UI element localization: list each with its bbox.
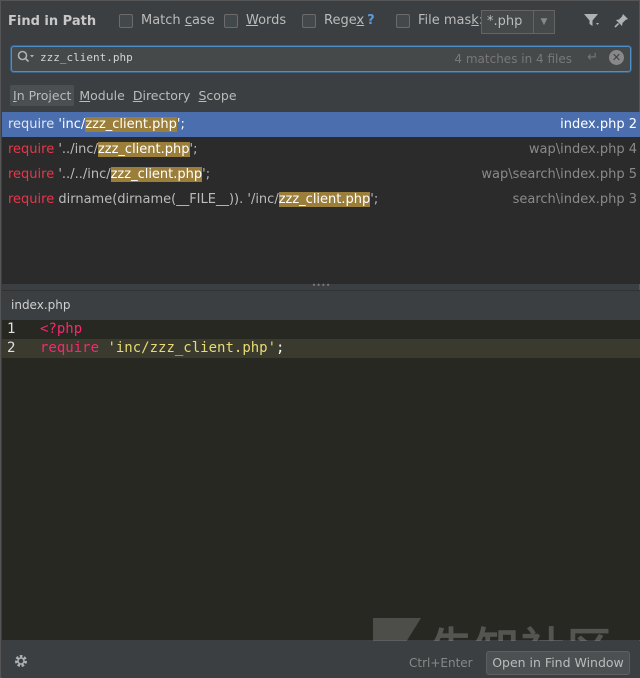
find-in-path-dialog: Find in Path Match case Words Regex ? Fi… (0, 0, 640, 678)
result-row[interactable]: require '../inc/zzz_client.php'; wap\ind… (2, 137, 640, 162)
words-option[interactable]: Words (224, 13, 286, 28)
result-code: require 'inc/zzz_client.php'; (8, 117, 185, 132)
code-text: require 'inc/zzz_client.php'; (40, 340, 285, 356)
result-file: index.php 2 (560, 117, 637, 132)
line-number: 2 (7, 340, 16, 356)
regex-option[interactable]: Regex ? (302, 13, 375, 28)
dialog-header: Find in Path Match case Words Regex ? Fi… (1, 1, 640, 43)
search-input[interactable]: zzz_client.php (40, 51, 133, 64)
tab-scope[interactable]: Scope (195, 85, 239, 106)
code-line-current: 2 require 'inc/zzz_client.php'; (2, 339, 640, 358)
file-mask-option[interactable]: File mask: (396, 13, 483, 28)
result-file: search\index.php 3 (512, 192, 637, 207)
dialog-title: Find in Path (8, 14, 97, 29)
code-preview[interactable]: 1 <?php 2 require 'inc/zzz_client.php'; (2, 320, 640, 640)
search-icon[interactable] (17, 50, 35, 68)
line-number: 1 (7, 321, 16, 337)
match-case-label: Match case (141, 13, 215, 28)
file-mask-label: File mask: (418, 13, 483, 28)
words-label: Words (246, 13, 287, 28)
match-highlight: zzz_client.php (278, 192, 371, 207)
preview-file-title: index.php (11, 298, 71, 312)
result-row[interactable]: require '../../inc/zzz_client.php'; wap\… (2, 162, 640, 187)
preview-header: index.php (2, 290, 640, 321)
code-line: 1 <?php (2, 320, 640, 339)
result-code: require '../inc/zzz_client.php'; (8, 142, 198, 157)
match-count: 4 matches in 4 files (454, 52, 572, 66)
result-file: wap\search\index.php 5 (481, 167, 637, 182)
pin-icon[interactable] (614, 13, 629, 32)
match-highlight: zzz_client.php (85, 117, 177, 132)
tab-module[interactable]: Module (76, 85, 127, 106)
search-field[interactable]: zzz_client.php 4 matches in 4 files ↵ ✕ (11, 46, 631, 72)
match-highlight: zzz_client.php (110, 167, 203, 182)
file-mask-value: *.php (487, 14, 523, 29)
match-case-checkbox[interactable] (119, 13, 133, 28)
enter-icon[interactable]: ↵ (587, 50, 598, 65)
match-case-option[interactable]: Match case (119, 13, 215, 28)
filter-icon[interactable] (583, 13, 599, 32)
file-mask-select[interactable]: *.php ▼ (481, 10, 555, 34)
result-row[interactable]: require dirname(dirname(__FILE__)). '/in… (2, 187, 640, 212)
match-highlight: zzz_client.php (97, 142, 190, 157)
words-checkbox[interactable] (224, 13, 238, 28)
results-list: require 'inc/zzz_client.php'; index.php … (2, 112, 640, 284)
chevron-down-icon[interactable]: ▼ (533, 11, 554, 33)
result-code: require dirname(dirname(__FILE__)). '/in… (8, 192, 379, 207)
tab-directory[interactable]: Directory (130, 85, 194, 106)
regex-help-icon[interactable]: ? (367, 13, 375, 28)
dialog-footer: Ctrl+Enter Open in Find Window (2, 641, 640, 678)
shortcut-hint: Ctrl+Enter (409, 656, 473, 670)
open-in-find-window-button[interactable]: Open in Find Window (486, 651, 630, 675)
result-code: require '../../inc/zzz_client.php'; (8, 167, 211, 182)
tab-in-project[interactable]: In Project (10, 85, 75, 106)
close-icon[interactable]: ✕ (609, 50, 624, 65)
gear-icon[interactable] (13, 653, 29, 673)
result-file: wap\index.php 4 (528, 142, 637, 157)
regex-checkbox[interactable] (302, 13, 316, 28)
file-mask-checkbox[interactable] (396, 13, 410, 28)
scope-tabs: In Project Module Directory Scope (10, 85, 240, 106)
regex-label: Regex (324, 13, 365, 28)
result-row[interactable]: require 'inc/zzz_client.php'; index.php … (2, 112, 640, 137)
code-text: <?php (40, 321, 83, 337)
